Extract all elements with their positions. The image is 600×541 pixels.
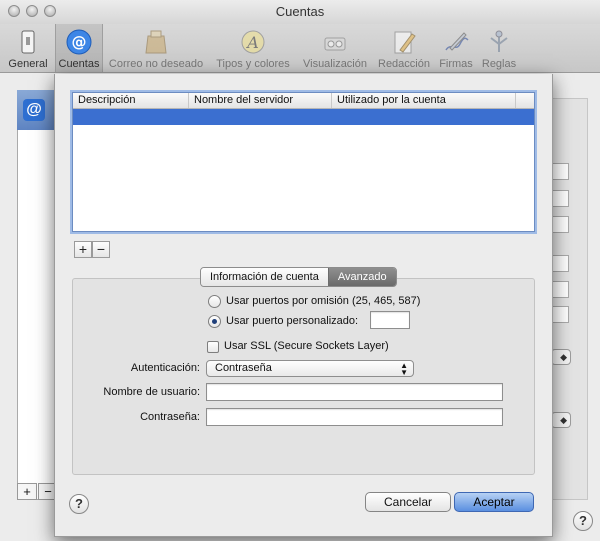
bg-field-2 [551,190,569,207]
font-palette-icon: A [241,30,265,54]
smtp-server-list-sheet: Descripción Nombre del servidor Utilizad… [54,74,553,537]
custom-port-label: Usar puerto personalizado: [226,315,359,327]
minimize-window-button[interactable] [26,5,38,17]
username-input[interactable] [206,383,503,401]
toolbar-composing[interactable]: Redacción [376,24,432,72]
bg-field-5 [551,281,569,298]
preferences-toolbar: General @ Cuentas Correo no deseado A Ti… [0,24,600,73]
column-header-description[interactable]: Descripción [73,93,189,108]
junk-bag-icon [145,30,167,54]
default-ports-radio[interactable] [208,295,221,308]
column-header-spacer [516,93,534,108]
close-window-button[interactable] [8,5,20,17]
add-server-button[interactable]: + [74,241,92,258]
default-ports-label: Usar puertos por omisión (25, 465, 587) [226,295,421,307]
username-label: Nombre de usuario: [103,386,200,398]
column-header-server-name[interactable]: Nombre del servidor [189,93,332,108]
window-title: Cuentas [275,4,325,19]
glasses-icon [324,37,346,51]
smtp-server-table[interactable]: Descripción Nombre del servidor Utilizad… [72,92,535,232]
accounts-list[interactable] [17,90,57,500]
bg-field-6 [551,306,569,323]
custom-port-input[interactable] [370,311,410,329]
bg-field-1 [551,163,569,180]
rules-icon [490,30,508,52]
authentication-popup[interactable]: Contraseña ▲ ▼ [206,360,414,377]
toolbar-signatures[interactable]: Firmas [437,24,475,72]
zoom-window-button[interactable] [44,5,56,17]
table-row-selected[interactable] [73,109,534,125]
bg-help-button: ? [573,511,593,531]
bg-popup-1: ◆ [551,349,571,365]
at-sign-icon: @ [66,29,92,55]
bg-field-4 [551,255,569,272]
help-button[interactable]: ? [69,494,89,514]
table-header: Descripción Nombre del servidor Utilizad… [73,93,534,109]
toolbar-general[interactable]: General [6,24,50,72]
remove-server-button[interactable]: − [92,241,110,258]
pencil-paper-icon [394,31,416,54]
authentication-value: Contraseña [215,362,272,374]
tab-account-info[interactable]: Información de cuenta [201,268,328,286]
column-header-used-by[interactable]: Utilizado por la cuenta [332,93,516,108]
svg-text:@: @ [72,33,87,51]
password-input[interactable] [206,408,503,426]
account-at-icon: @ [23,99,45,121]
toolbar-viewing[interactable]: Visualización [300,24,370,72]
bg-field-3 [551,216,569,233]
bg-add-account-button: + [17,483,37,500]
use-ssl-checkbox[interactable] [207,341,219,353]
window-titlebar: Cuentas [0,0,600,24]
settings-tabs: Información de cuenta Avanzado [200,267,397,287]
password-label: Contraseña: [140,411,200,423]
authentication-label: Autenticación: [130,362,200,374]
toolbar-junk[interactable]: Correo no deseado [107,24,205,72]
svg-text:A: A [245,33,259,52]
phone-switch-icon [21,30,35,54]
cancel-button[interactable]: Cancelar [365,492,451,512]
use-ssl-label: Usar SSL (Secure Sockets Layer) [224,340,389,352]
bg-popup-2: ◆ [551,412,571,428]
toolbar-fonts-colors[interactable]: A Tipos y colores [213,24,293,72]
toolbar-cuentas[interactable]: @ Cuentas [55,24,103,72]
accept-button[interactable]: Aceptar [454,492,534,512]
toolbar-rules[interactable]: Reglas [480,24,518,72]
custom-port-radio[interactable] [208,315,221,328]
popup-arrows-icon: ▲ ▼ [400,361,408,377]
pen-signature-icon [445,32,469,51]
tab-advanced[interactable]: Avanzado [327,268,396,286]
